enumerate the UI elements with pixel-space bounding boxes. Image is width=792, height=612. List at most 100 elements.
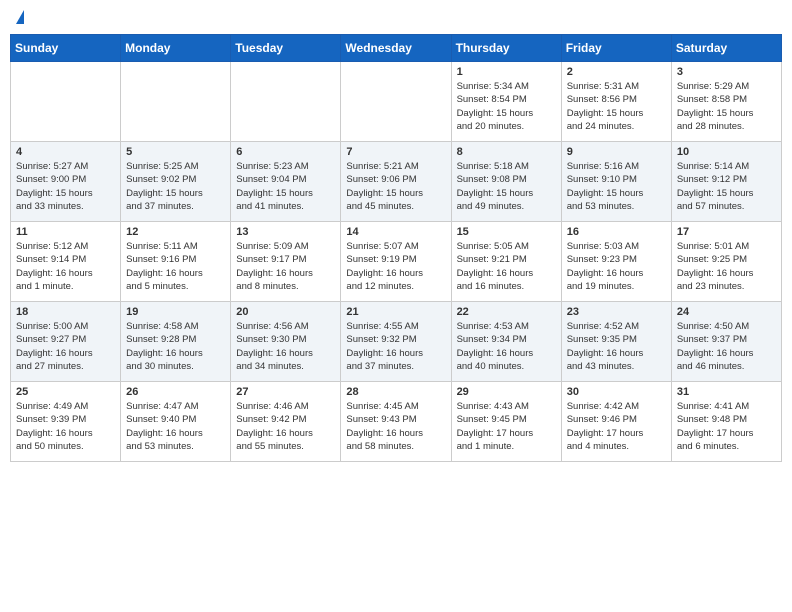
calendar-cell: 1 Sunrise: 5:34 AM Sunset: 8:54 PM Daylig… <box>451 62 561 142</box>
day-number: 13 <box>236 226 335 238</box>
day-number: 29 <box>457 386 556 398</box>
calendar-cell: 24 Sunrise: 4:50 AM Sunset: 9:37 PM Dayli… <box>671 302 781 382</box>
logo-bird-icon <box>16 10 24 24</box>
day-info: Sunrise: 4:52 AM Sunset: 9:35 PM Dayligh… <box>567 320 666 373</box>
day-info: Sunrise: 4:45 AM Sunset: 9:43 PM Dayligh… <box>346 400 445 453</box>
calendar-cell: 16 Sunrise: 5:03 AM Sunset: 9:23 PM Dayli… <box>561 222 671 302</box>
day-info: Sunrise: 5:31 AM Sunset: 8:56 PM Dayligh… <box>567 80 666 133</box>
weekday-header-wednesday: Wednesday <box>341 35 451 62</box>
calendar-cell: 27 Sunrise: 4:46 AM Sunset: 9:42 PM Dayli… <box>231 382 341 462</box>
weekday-header-tuesday: Tuesday <box>231 35 341 62</box>
day-number: 31 <box>677 386 776 398</box>
calendar-cell: 17Sunrise: 5:01 AM Sunset: 9:25 PM Dayli… <box>671 222 781 302</box>
day-info: Sunrise: 4:41 AM Sunset: 9:48 PM Dayligh… <box>677 400 776 453</box>
day-number: 12 <box>126 226 225 238</box>
calendar-cell: 25 Sunrise: 4:49 AM Sunset: 9:39 PM Dayli… <box>11 382 121 462</box>
calendar-cell: 6Sunrise: 5:23 AM Sunset: 9:04 PM Daylig… <box>231 142 341 222</box>
calendar-cell <box>121 62 231 142</box>
calendar-cell: 14Sunrise: 5:07 AM Sunset: 9:19 PM Dayli… <box>341 222 451 302</box>
day-number: 27 <box>236 386 335 398</box>
week-row-5: 25 Sunrise: 4:49 AM Sunset: 9:39 PM Dayli… <box>11 382 782 462</box>
calendar-cell: 31 Sunrise: 4:41 AM Sunset: 9:48 PM Dayli… <box>671 382 781 462</box>
day-number: 30 <box>567 386 666 398</box>
calendar-cell: 10 Sunrise: 5:14 AM Sunset: 9:12 PM Dayli… <box>671 142 781 222</box>
week-row-3: 11Sunrise: 5:12 AM Sunset: 9:14 PM Dayli… <box>11 222 782 302</box>
calendar-table: SundayMondayTuesdayWednesdayThursdayFrid… <box>10 34 782 462</box>
weekday-header-thursday: Thursday <box>451 35 561 62</box>
day-number: 3 <box>677 66 776 78</box>
day-info: Sunrise: 5:07 AM Sunset: 9:19 PM Dayligh… <box>346 240 445 293</box>
logo <box>14 10 24 26</box>
day-info: Sunrise: 4:50 AM Sunset: 9:37 PM Dayligh… <box>677 320 776 373</box>
day-info: Sunrise: 4:46 AM Sunset: 9:42 PM Dayligh… <box>236 400 335 453</box>
day-info: Sunrise: 5:05 AM Sunset: 9:21 PM Dayligh… <box>457 240 556 293</box>
page-header <box>10 10 782 26</box>
weekday-header-row: SundayMondayTuesdayWednesdayThursdayFrid… <box>11 35 782 62</box>
day-info: Sunrise: 4:55 AM Sunset: 9:32 PM Dayligh… <box>346 320 445 373</box>
day-info: Sunrise: 5:34 AM Sunset: 8:54 PM Dayligh… <box>457 80 556 133</box>
calendar-cell: 26 Sunrise: 4:47 AM Sunset: 9:40 PM Dayli… <box>121 382 231 462</box>
day-number: 9 <box>567 146 666 158</box>
calendar-cell: 19 Sunrise: 4:58 AM Sunset: 9:28 PM Dayli… <box>121 302 231 382</box>
day-info: Sunrise: 4:56 AM Sunset: 9:30 PM Dayligh… <box>236 320 335 373</box>
day-info: Sunrise: 5:21 AM Sunset: 9:06 PM Dayligh… <box>346 160 445 213</box>
calendar-cell: 23Sunrise: 4:52 AM Sunset: 9:35 PM Dayli… <box>561 302 671 382</box>
day-number: 8 <box>457 146 556 158</box>
calendar-cell: 15 Sunrise: 5:05 AM Sunset: 9:21 PM Dayli… <box>451 222 561 302</box>
day-number: 21 <box>346 306 445 318</box>
calendar-cell: 21 Sunrise: 4:55 AM Sunset: 9:32 PM Dayli… <box>341 302 451 382</box>
day-number: 11 <box>16 226 115 238</box>
calendar-cell <box>341 62 451 142</box>
day-info: Sunrise: 5:09 AM Sunset: 9:17 PM Dayligh… <box>236 240 335 293</box>
day-info: Sunrise: 5:00 AM Sunset: 9:27 PM Dayligh… <box>16 320 115 373</box>
calendar-cell: 28Sunrise: 4:45 AM Sunset: 9:43 PM Dayli… <box>341 382 451 462</box>
day-info: Sunrise: 5:01 AM Sunset: 9:25 PM Dayligh… <box>677 240 776 293</box>
calendar-cell: 5Sunrise: 5:25 AM Sunset: 9:02 PM Daylig… <box>121 142 231 222</box>
day-number: 6 <box>236 146 335 158</box>
day-number: 24 <box>677 306 776 318</box>
day-number: 15 <box>457 226 556 238</box>
day-info: Sunrise: 5:14 AM Sunset: 9:12 PM Dayligh… <box>677 160 776 213</box>
calendar-cell <box>231 62 341 142</box>
weekday-header-monday: Monday <box>121 35 231 62</box>
calendar-cell: 8 Sunrise: 5:18 AM Sunset: 9:08 PM Daylig… <box>451 142 561 222</box>
day-info: Sunrise: 4:42 AM Sunset: 9:46 PM Dayligh… <box>567 400 666 453</box>
calendar-cell: 4 Sunrise: 5:27 AM Sunset: 9:00 PM Daylig… <box>11 142 121 222</box>
day-number: 25 <box>16 386 115 398</box>
day-info: Sunrise: 4:58 AM Sunset: 9:28 PM Dayligh… <box>126 320 225 373</box>
weekday-header-friday: Friday <box>561 35 671 62</box>
calendar-cell: 9 Sunrise: 5:16 AM Sunset: 9:10 PM Daylig… <box>561 142 671 222</box>
day-info: Sunrise: 5:03 AM Sunset: 9:23 PM Dayligh… <box>567 240 666 293</box>
day-number: 10 <box>677 146 776 158</box>
day-number: 18 <box>16 306 115 318</box>
calendar-cell: 3Sunrise: 5:29 AM Sunset: 8:58 PM Daylig… <box>671 62 781 142</box>
calendar-cell: 12Sunrise: 5:11 AM Sunset: 9:16 PM Dayli… <box>121 222 231 302</box>
day-number: 1 <box>457 66 556 78</box>
day-number: 4 <box>16 146 115 158</box>
week-row-1: 1 Sunrise: 5:34 AM Sunset: 8:54 PM Daylig… <box>11 62 782 142</box>
calendar-cell <box>11 62 121 142</box>
day-number: 20 <box>236 306 335 318</box>
week-row-4: 18 Sunrise: 5:00 AM Sunset: 9:27 PM Dayli… <box>11 302 782 382</box>
day-info: Sunrise: 5:16 AM Sunset: 9:10 PM Dayligh… <box>567 160 666 213</box>
day-info: Sunrise: 4:43 AM Sunset: 9:45 PM Dayligh… <box>457 400 556 453</box>
weekday-header-saturday: Saturday <box>671 35 781 62</box>
day-number: 19 <box>126 306 225 318</box>
calendar-cell: 18 Sunrise: 5:00 AM Sunset: 9:27 PM Dayli… <box>11 302 121 382</box>
day-info: Sunrise: 5:18 AM Sunset: 9:08 PM Dayligh… <box>457 160 556 213</box>
day-number: 26 <box>126 386 225 398</box>
weekday-header-sunday: Sunday <box>11 35 121 62</box>
day-info: Sunrise: 4:53 AM Sunset: 9:34 PM Dayligh… <box>457 320 556 373</box>
calendar-cell: 22Sunrise: 4:53 AM Sunset: 9:34 PM Dayli… <box>451 302 561 382</box>
calendar-cell: 2Sunrise: 5:31 AM Sunset: 8:56 PM Daylig… <box>561 62 671 142</box>
calendar-cell: 13 Sunrise: 5:09 AM Sunset: 9:17 PM Dayli… <box>231 222 341 302</box>
day-number: 7 <box>346 146 445 158</box>
day-number: 16 <box>567 226 666 238</box>
calendar-cell: 11Sunrise: 5:12 AM Sunset: 9:14 PM Dayli… <box>11 222 121 302</box>
week-row-2: 4 Sunrise: 5:27 AM Sunset: 9:00 PM Daylig… <box>11 142 782 222</box>
day-info: Sunrise: 4:49 AM Sunset: 9:39 PM Dayligh… <box>16 400 115 453</box>
calendar-cell: 29 Sunrise: 4:43 AM Sunset: 9:45 PM Dayli… <box>451 382 561 462</box>
day-number: 5 <box>126 146 225 158</box>
day-info: Sunrise: 4:47 AM Sunset: 9:40 PM Dayligh… <box>126 400 225 453</box>
day-info: Sunrise: 5:27 AM Sunset: 9:00 PM Dayligh… <box>16 160 115 213</box>
